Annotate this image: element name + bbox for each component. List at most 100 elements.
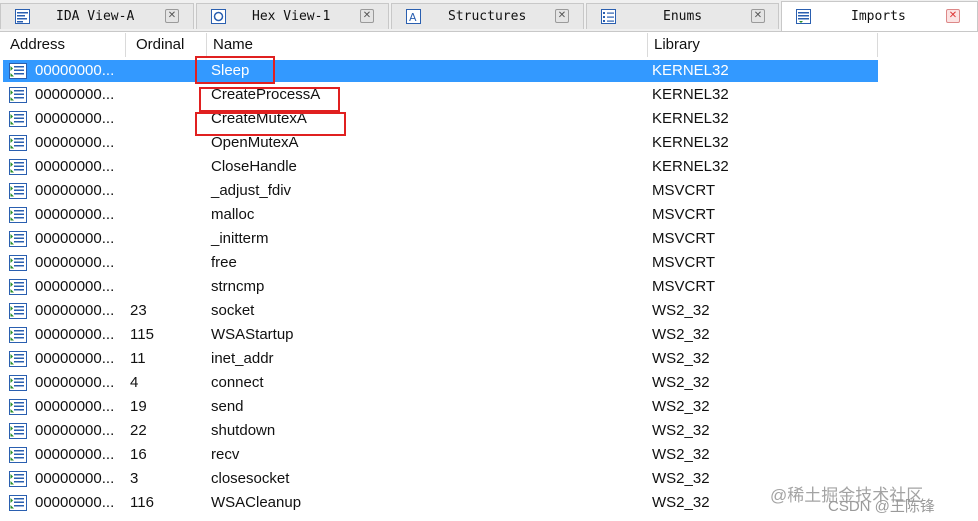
table-row[interactable]: 00000000... _adjust_fdiv MSVCRT bbox=[0, 179, 978, 203]
tab-imports[interactable]: Imports ✕ bbox=[781, 1, 978, 31]
ordinal-cell: 22 bbox=[130, 422, 147, 439]
address-cell: 00000000... bbox=[35, 422, 115, 439]
name-cell: shutdown bbox=[211, 422, 276, 439]
name-cell: WSAStartup bbox=[211, 326, 294, 343]
library-cell: MSVCRT bbox=[652, 230, 716, 247]
tab-label: Structures bbox=[448, 9, 527, 24]
hex-view-icon bbox=[211, 9, 226, 24]
import-entry-icon bbox=[9, 471, 27, 487]
ordinal-cell: 3 bbox=[130, 470, 139, 487]
address-cell: 00000000... bbox=[35, 494, 115, 511]
library-cell: MSVCRT bbox=[652, 278, 716, 295]
tab-label: Hex View-1 bbox=[252, 9, 331, 24]
import-entry-icon bbox=[9, 303, 27, 319]
address-cell: 00000000... bbox=[35, 350, 115, 367]
ida-view-icon bbox=[15, 9, 30, 24]
close-icon[interactable]: ✕ bbox=[751, 9, 765, 23]
ordinal-cell: 23 bbox=[130, 302, 147, 319]
library-cell: WS2_32 bbox=[652, 326, 710, 343]
name-cell: recv bbox=[211, 446, 240, 463]
table-row[interactable]: 00000000... 4 connect WS2_32 bbox=[0, 371, 978, 395]
address-cell: 00000000... bbox=[35, 134, 115, 151]
table-row[interactable]: 00000000... 22 shutdown WS2_32 bbox=[0, 419, 978, 443]
table-row[interactable]: 00000000... CreateMutexA KERNEL32 bbox=[0, 107, 978, 131]
library-cell: KERNEL32 bbox=[652, 158, 729, 175]
library-cell: WS2_32 bbox=[652, 494, 710, 511]
table-row[interactable]: 00000000... 23 socket WS2_32 bbox=[0, 299, 978, 323]
import-entry-icon bbox=[9, 255, 27, 271]
name-cell: closesocket bbox=[211, 470, 290, 487]
library-cell: MSVCRT bbox=[652, 206, 716, 223]
highlight-box-createprocessa bbox=[199, 87, 340, 112]
ordinal-cell: 11 bbox=[130, 350, 146, 367]
tab-hex-view-1[interactable]: Hex View-1 ✕ bbox=[196, 3, 389, 29]
library-cell: WS2_32 bbox=[652, 422, 710, 439]
ordinal-cell: 116 bbox=[130, 494, 154, 511]
library-cell: KERNEL32 bbox=[652, 86, 729, 103]
tab-label: Enums bbox=[663, 9, 703, 24]
address-cell: 00000000... bbox=[35, 278, 115, 295]
import-entry-icon bbox=[9, 351, 27, 367]
address-cell: 00000000... bbox=[35, 302, 115, 319]
ordinal-cell: 115 bbox=[130, 326, 154, 343]
table-row[interactable]: 00000000... CloseHandle KERNEL32 bbox=[0, 155, 978, 179]
library-cell: KERNEL32 bbox=[652, 62, 729, 79]
column-header-address[interactable]: Address bbox=[0, 33, 126, 57]
import-entry-icon bbox=[9, 375, 27, 391]
close-icon[interactable]: ✕ bbox=[946, 9, 960, 23]
import-entry-icon bbox=[9, 207, 27, 223]
import-entry-icon bbox=[9, 447, 27, 463]
name-cell: _initterm bbox=[211, 230, 269, 247]
address-cell: 00000000... bbox=[35, 326, 115, 343]
address-cell: 00000000... bbox=[35, 206, 115, 223]
table-row[interactable]: 00000000... Sleep KERNEL32 bbox=[0, 59, 978, 83]
tab-enums[interactable]: Enums ✕ bbox=[586, 3, 779, 29]
address-cell: 00000000... bbox=[35, 62, 115, 79]
table-row[interactable]: 00000000... 115 WSAStartup WS2_32 bbox=[0, 323, 978, 347]
tab-structures[interactable]: A Structures ✕ bbox=[391, 3, 584, 29]
name-cell: CloseHandle bbox=[211, 158, 297, 175]
address-cell: 00000000... bbox=[35, 182, 115, 199]
name-cell: send bbox=[211, 398, 244, 415]
table-row[interactable]: 00000000... CreateProcessA KERNEL32 bbox=[0, 83, 978, 107]
table-row[interactable]: 00000000... 19 send WS2_32 bbox=[0, 395, 978, 419]
close-icon[interactable]: ✕ bbox=[555, 9, 569, 23]
library-cell: MSVCRT bbox=[652, 254, 716, 271]
table-row[interactable]: 00000000... OpenMutexA KERNEL32 bbox=[0, 131, 978, 155]
tab-label: Imports bbox=[851, 9, 906, 24]
address-cell: 00000000... bbox=[35, 446, 115, 463]
address-cell: 00000000... bbox=[35, 254, 115, 271]
library-cell: WS2_32 bbox=[652, 398, 710, 415]
import-entry-icon bbox=[9, 231, 27, 247]
name-cell: _adjust_fdiv bbox=[211, 182, 292, 199]
column-header-name[interactable]: Name bbox=[207, 33, 648, 57]
close-icon[interactable]: ✕ bbox=[360, 9, 374, 23]
table-row[interactable]: 00000000... strncmp MSVCRT bbox=[0, 275, 978, 299]
name-cell: malloc bbox=[211, 206, 255, 223]
library-cell: WS2_32 bbox=[652, 350, 710, 367]
import-entry-icon bbox=[9, 327, 27, 343]
table-row[interactable]: 00000000... malloc MSVCRT bbox=[0, 203, 978, 227]
column-header-ordinal[interactable]: Ordinal bbox=[126, 33, 207, 57]
table-row[interactable]: 00000000... 11 inet_addr WS2_32 bbox=[0, 347, 978, 371]
name-cell: connect bbox=[211, 374, 264, 391]
close-icon[interactable]: ✕ bbox=[165, 9, 179, 23]
library-cell: WS2_32 bbox=[652, 302, 710, 319]
tab-ida-view-a[interactable]: IDA View-A ✕ bbox=[0, 3, 194, 29]
name-cell: socket bbox=[211, 302, 255, 319]
ordinal-cell: 19 bbox=[130, 398, 147, 415]
column-header-library[interactable]: Library bbox=[648, 33, 878, 57]
address-cell: 00000000... bbox=[35, 470, 115, 487]
import-entry-icon bbox=[9, 423, 27, 439]
selection-highlight bbox=[3, 60, 878, 82]
table-row[interactable]: 00000000... _initterm MSVCRT bbox=[0, 227, 978, 251]
address-cell: 00000000... bbox=[35, 86, 115, 103]
import-entry-icon bbox=[9, 399, 27, 415]
import-entry-icon bbox=[9, 279, 27, 295]
library-cell: WS2_32 bbox=[652, 374, 710, 391]
table-row[interactable]: 00000000... 16 recv WS2_32 bbox=[0, 443, 978, 467]
highlight-box-createmutexa bbox=[195, 112, 346, 136]
import-entry-icon bbox=[9, 159, 27, 175]
imports-table-header: Address Ordinal Name Library bbox=[0, 33, 978, 57]
table-row[interactable]: 00000000... free MSVCRT bbox=[0, 251, 978, 275]
